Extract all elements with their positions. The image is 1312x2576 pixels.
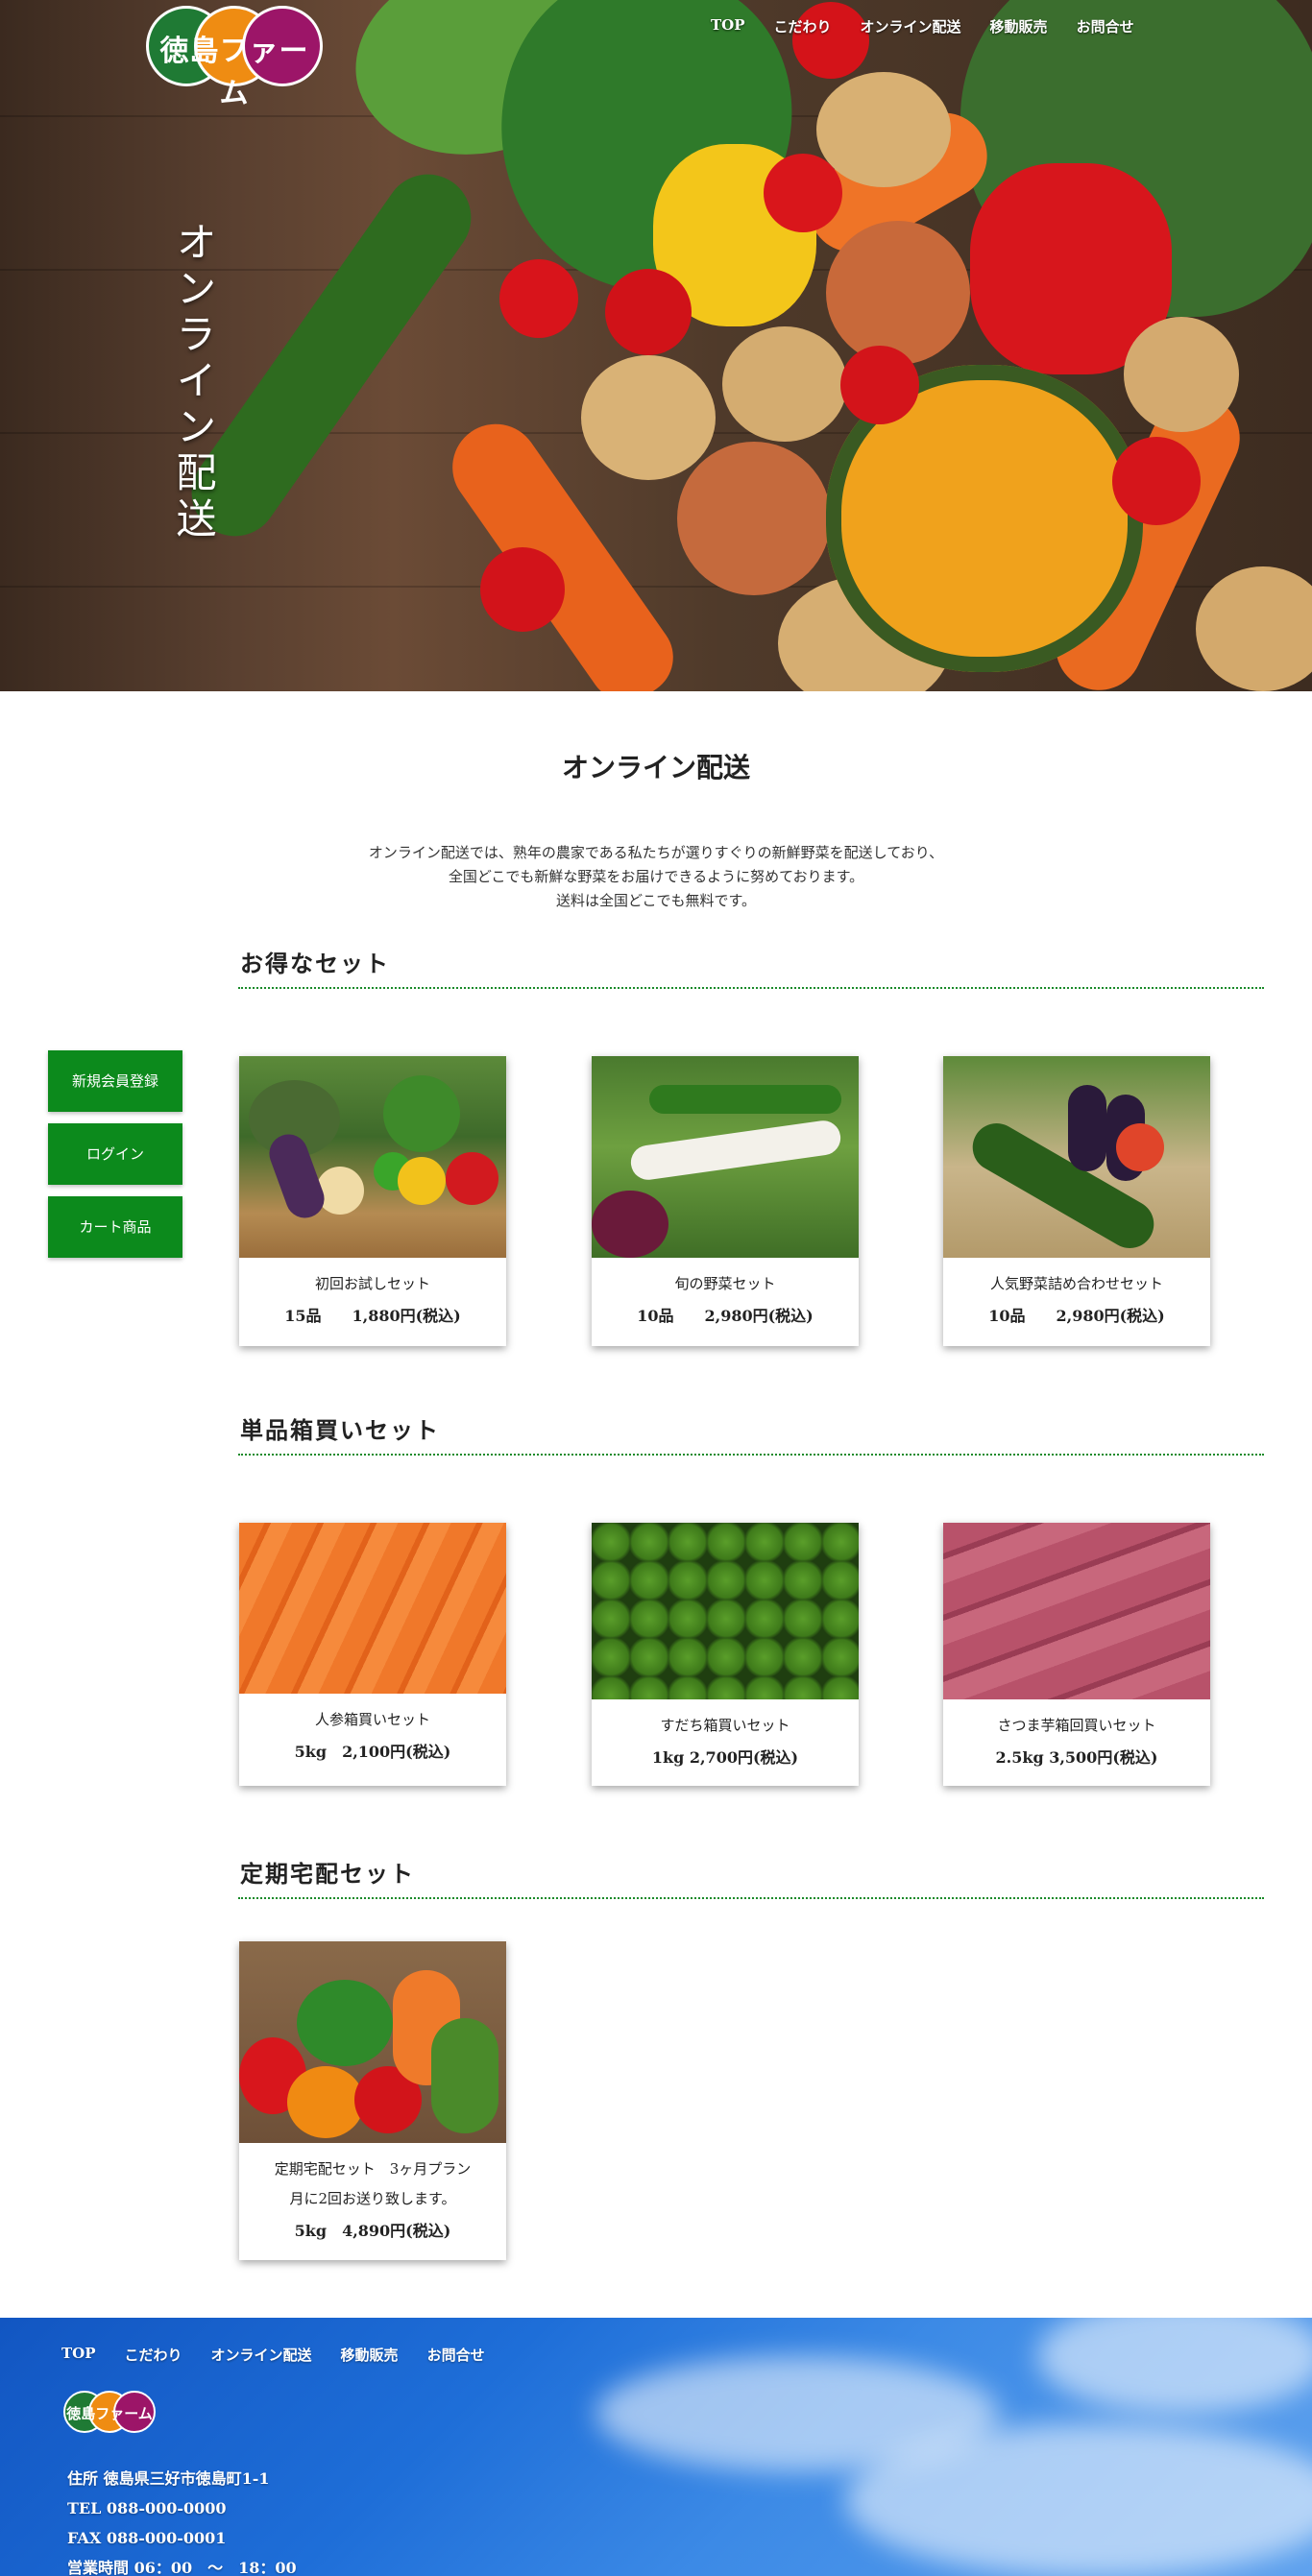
- page-title: オンライン配送: [561, 752, 750, 783]
- footer-address: 住所 徳島県三好市徳島町1-1: [67, 2469, 270, 2488]
- member-sidebar: 新規会員登録 ログイン カート商品: [48, 1050, 182, 1269]
- product-price: 10品 2,980円(税込): [637, 1307, 814, 1325]
- product-card[interactable]: 旬の野菜セット 10品 2,980円(税込): [592, 1056, 859, 1346]
- product-image: [592, 1523, 859, 1699]
- intro-line: オンライン配送では、熟年の農家である私たちが選りすぐりの新鮮野菜を配送しており、: [368, 844, 944, 861]
- cloud-image: [845, 2423, 1312, 2576]
- product-price: 15品 1,880円(税込): [284, 1307, 461, 1325]
- site-footer: TOP こだわり オンライン配送 移動販売 お問合せ 徳島ファーム 住所 徳島県…: [0, 2318, 1312, 2576]
- intro-line: 送料は全国どこでも無料です。: [555, 892, 757, 909]
- site-logo[interactable]: 徳島ファーム: [146, 6, 323, 110]
- footer-fax: FAX 088-000-0001: [67, 2529, 227, 2547]
- footer-link-top[interactable]: TOP: [61, 2345, 96, 2365]
- top-navigation: TOP こだわり オンライン配送 移動販売 お問合せ: [711, 16, 1163, 36]
- section-divider: [238, 1454, 1264, 1456]
- footer-tel: TEL 088-000-0000: [67, 2499, 227, 2517]
- product-info: さつま芋箱回買いセット 2.5kg 3,500円(税込): [943, 1699, 1210, 1768]
- cart-button[interactable]: カート商品: [48, 1196, 182, 1258]
- register-button[interactable]: 新規会員登録: [48, 1050, 182, 1112]
- tomato-image: [480, 547, 565, 632]
- tomato-image: [605, 269, 692, 355]
- intro-line: 全国どこでも新鮮な野菜をお届けできるように努めております。: [448, 868, 864, 885]
- product-info: 初回お試しセット 15品 1,880円(税込): [239, 1258, 506, 1326]
- footer-navigation: TOP こだわり オンライン配送 移動販売 お問合せ: [61, 2345, 514, 2365]
- potato-image: [1196, 566, 1312, 691]
- product-price: 5kg 2,100円(税込): [294, 1743, 451, 1761]
- potato-image: [581, 355, 716, 480]
- hero-banner: 徳島ファーム TOP こだわり オンライン配送 移動販売 お問合せ オンライン配…: [0, 0, 1312, 691]
- nav-link-kodawari[interactable]: こだわり: [774, 16, 832, 36]
- product-price: 5kg 4,890円(税込): [294, 2222, 451, 2240]
- product-name: 旬の野菜セット: [674, 1275, 776, 1292]
- product-name: 人参箱買いセット: [314, 1711, 430, 1728]
- product-image: [239, 1523, 506, 1694]
- product-price: 2.5kg 3,500円(税込): [995, 1748, 1158, 1767]
- nav-link-contact[interactable]: お問合せ: [1077, 16, 1134, 36]
- nav-link-top[interactable]: TOP: [711, 16, 745, 36]
- product-name: 定期宅配セット 3ヶ月プラン: [274, 2160, 472, 2178]
- logo-text: 徳島ファーム: [159, 35, 309, 110]
- footer-logo[interactable]: 徳島ファーム: [63, 2391, 156, 2433]
- product-info: 人気野菜詰め合わせセット 10品 2,980円(税込): [943, 1258, 1210, 1326]
- product-card[interactable]: すだち箱買いセット 1kg 2,700円(税込): [592, 1523, 859, 1786]
- product-price: 1kg 2,700円(税込): [651, 1748, 799, 1767]
- tomato-image: [499, 259, 578, 338]
- potato-image: [816, 72, 951, 187]
- footer-logo-text: 徳島ファーム: [66, 2405, 153, 2422]
- login-button[interactable]: ログイン: [48, 1123, 182, 1185]
- section-title: 定期宅配セット: [240, 1860, 415, 1888]
- product-image: [592, 1056, 859, 1258]
- product-info: 人参箱買いセット 5kg 2,100円(税込): [239, 1694, 506, 1762]
- intro-text: オンライン配送では、熟年の農家である私たちが選りすぐりの新鮮野菜を配送しており、…: [0, 841, 1312, 913]
- section-title: 単品箱買いセット: [240, 1416, 440, 1444]
- tomato-image: [764, 154, 842, 232]
- footer-link-mobile-sales[interactable]: 移動販売: [341, 2345, 399, 2365]
- nav-link-online-delivery[interactable]: オンライン配送: [861, 16, 961, 36]
- product-price: 10品 2,980円(税込): [988, 1307, 1165, 1325]
- product-info: 旬の野菜セット 10品 2,980円(税込): [592, 1258, 859, 1326]
- tomato-image: [840, 346, 919, 424]
- product-note: 月に2回お送り致します。: [289, 2190, 456, 2207]
- section-title: お得なセット: [240, 950, 390, 977]
- product-image: [239, 1941, 506, 2143]
- nav-link-mobile-sales[interactable]: 移動販売: [990, 16, 1048, 36]
- tomato-image: [792, 2, 869, 79]
- product-card[interactable]: 定期宅配セット 3ヶ月プラン 月に2回お送り致します。 5kg 4,890円(税…: [239, 1941, 506, 2260]
- footer-contact-info: 住所 徳島県三好市徳島町1-1 TEL 088-000-0000 FAX 088…: [67, 2464, 297, 2576]
- cloud-image: [1037, 2318, 1312, 2414]
- footer-hours: 営業時間 06：00 〜 18：00: [67, 2559, 297, 2576]
- footer-link-contact[interactable]: お問合せ: [427, 2345, 485, 2365]
- potato-image: [722, 326, 847, 442]
- product-info: 定期宅配セット 3ヶ月プラン 月に2回お送り致します。 5kg 4,890円(税…: [239, 2143, 506, 2241]
- tomato-image: [1112, 437, 1201, 525]
- product-card[interactable]: 人気野菜詰め合わせセット 10品 2,980円(税込): [943, 1056, 1210, 1346]
- product-name: 初回お試しセット: [314, 1275, 430, 1292]
- product-card[interactable]: 初回お試しセット 15品 1,880円(税込): [239, 1056, 506, 1346]
- onion-image: [677, 442, 831, 595]
- potato-image: [1124, 317, 1239, 432]
- product-name: すだち箱買いセット: [660, 1717, 790, 1734]
- product-image: [943, 1523, 1210, 1699]
- section-divider: [238, 1897, 1264, 1899]
- footer-link-kodawari[interactable]: こだわり: [125, 2345, 182, 2365]
- product-image: [943, 1056, 1210, 1258]
- product-card[interactable]: さつま芋箱回買いセット 2.5kg 3,500円(税込): [943, 1523, 1210, 1786]
- product-info: すだち箱買いセット 1kg 2,700円(税込): [592, 1699, 859, 1768]
- product-name: 人気野菜詰め合わせセット: [989, 1275, 1163, 1292]
- product-image: [239, 1056, 506, 1258]
- onion-image: [826, 221, 970, 365]
- section-divider: [238, 987, 1264, 989]
- footer-link-online-delivery[interactable]: オンライン配送: [211, 2345, 312, 2365]
- product-card[interactable]: 人参箱買いセット 5kg 2,100円(税込): [239, 1523, 506, 1786]
- product-name: さつま芋箱回買いセット: [997, 1717, 1156, 1734]
- hero-title: オンライン配送: [170, 221, 217, 543]
